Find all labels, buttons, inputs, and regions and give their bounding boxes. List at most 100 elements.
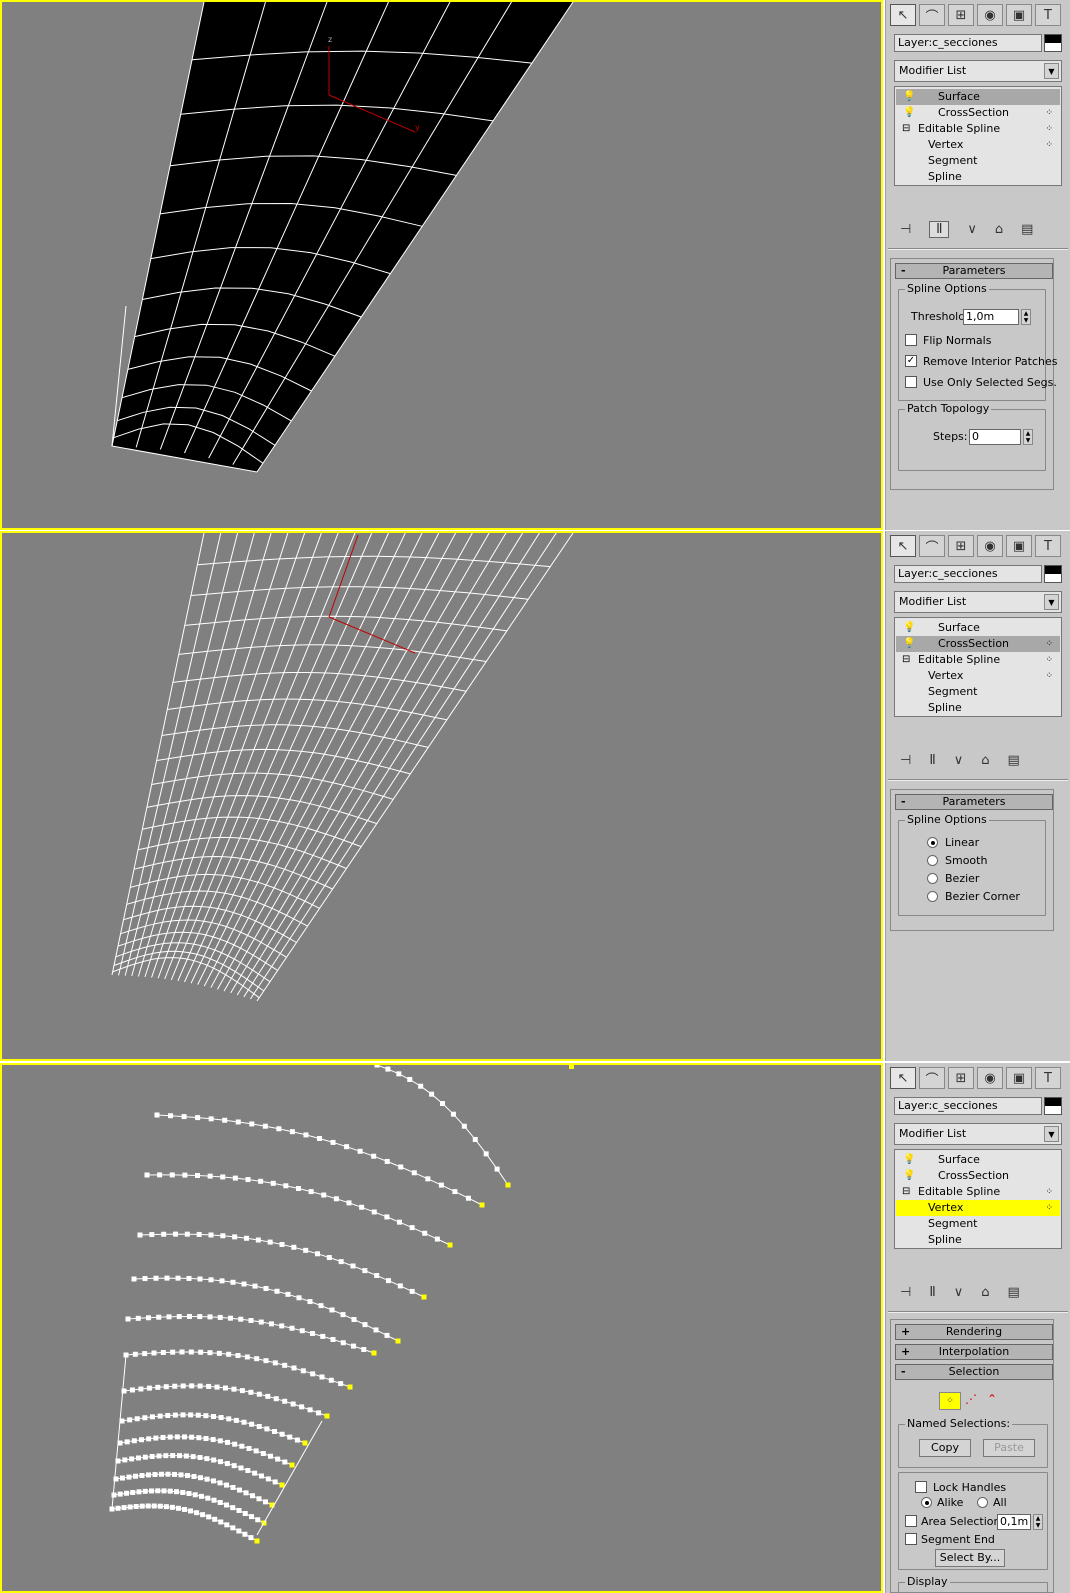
stack-item-editable-spline[interactable]: ⊟ Editable Spline ⁘ [896,121,1060,137]
vertex[interactable] [125,1316,131,1322]
vertex[interactable] [282,1459,288,1465]
vertex[interactable] [346,1200,352,1206]
vertex[interactable] [217,1314,223,1320]
stack-item-spline[interactable]: Spline [896,1232,1060,1248]
show-end-result-icon[interactable]: Ⅱ [929,1285,935,1300]
vertex[interactable] [160,1434,166,1440]
vertex[interactable] [204,1456,210,1462]
bezier-corner-radio[interactable] [927,891,938,902]
vertex[interactable] [175,1505,181,1511]
vertex[interactable] [219,1278,225,1284]
vertex[interactable] [131,1276,137,1282]
viewport-perspective[interactable]: z y [0,0,883,530]
end-vertex[interactable] [395,1338,401,1344]
vertex[interactable] [317,1136,322,1141]
vertex[interactable] [172,1471,177,1477]
make-unique-icon[interactable]: ∨ [954,753,964,768]
vertex[interactable] [386,1278,391,1284]
vertex[interactable] [258,1319,264,1325]
vertex[interactable] [205,1495,211,1501]
vertex[interactable] [235,1119,241,1125]
end-vertex[interactable] [421,1294,427,1300]
vertex[interactable] [198,1475,203,1481]
motion-tab-icon[interactable]: ◉ [977,4,1003,26]
vertex[interactable] [279,1242,285,1247]
vertex[interactable] [263,1499,268,1505]
vertex[interactable] [146,1315,151,1321]
vertex[interactable] [170,1349,176,1355]
vertex[interactable] [299,1328,305,1334]
vertex[interactable] [217,1438,223,1444]
vertex[interactable] [409,1288,415,1294]
lightbulb-icon[interactable]: 💡 [903,622,915,634]
collapse-icon[interactable]: ⊟ [902,121,910,137]
vertex[interactable] [226,1351,232,1357]
vertex[interactable] [371,1153,377,1159]
vertex[interactable] [163,1453,169,1459]
vertex[interactable] [211,1497,217,1503]
vertex[interactable] [255,1517,261,1523]
vertex[interactable] [204,1476,210,1482]
vertex[interactable] [161,1488,167,1494]
vertex[interactable] [296,1186,301,1191]
spinner-arrows-icon[interactable]: ▲ ▼ [1021,309,1031,325]
vertex[interactable] [174,1434,180,1440]
vertex[interactable] [326,1255,332,1261]
vertex[interactable] [340,1312,346,1318]
vertex[interactable] [169,1504,175,1510]
vertex[interactable] [255,1237,261,1243]
vertex[interactable] [146,1472,151,1478]
vertex[interactable] [275,1456,281,1462]
vertex[interactable] [206,1514,212,1520]
vertex[interactable] [272,1429,277,1434]
vertex[interactable] [384,1214,390,1220]
vertex[interactable] [189,1383,195,1389]
vertex[interactable] [256,1391,262,1397]
display-tab-icon[interactable]: ▣ [1006,4,1032,26]
modifier-stack[interactable]: 💡 Surface 💡 CrossSection ⁘ ⊟ Editable Spline… [894,617,1062,717]
vertex[interactable] [156,1453,162,1459]
vertex[interactable] [250,1493,255,1499]
vertex[interactable] [291,1244,297,1250]
vertex[interactable] [157,1413,163,1419]
vertex[interactable] [303,1247,309,1253]
vertex[interactable] [248,1389,254,1395]
color-swatch[interactable] [1044,34,1062,52]
vertex[interactable] [146,1385,152,1391]
hierarchy-tab-icon[interactable]: ⊞ [948,4,974,26]
vertex[interactable] [133,1504,139,1509]
vertex[interactable] [138,1386,144,1392]
vertex[interactable] [310,1371,316,1377]
vertex[interactable] [263,1358,269,1364]
area-selection-checkbox[interactable] [905,1515,917,1527]
vertex[interactable] [164,1275,170,1281]
vertex[interactable] [279,1323,285,1329]
vertex[interactable] [230,1279,236,1285]
vertex[interactable] [307,1299,313,1305]
vertex[interactable] [210,1437,216,1443]
vertex[interactable] [307,1407,313,1413]
vertex[interactable] [320,1333,326,1339]
vertex[interactable] [232,1441,238,1447]
vertex[interactable] [263,1286,269,1291]
linear-radio[interactable] [927,837,938,848]
stack-item-surface[interactable]: 💡 Surface [896,89,1060,105]
vertex[interactable] [139,1437,144,1443]
stack-item-editable-spline[interactable]: ⊟ Editable Spline ⁘ [896,652,1060,668]
vertex-level-icon[interactable]: ⁘ [939,1392,961,1410]
show-end-result-icon[interactable]: Ⅱ [929,220,950,238]
vertex[interactable] [429,1091,435,1097]
vertex[interactable] [299,1404,305,1410]
stack-item-surface[interactable]: 💡 Surface [896,1152,1060,1168]
vertex[interactable] [248,1318,254,1323]
end-vertex[interactable] [505,1182,511,1188]
vertex[interactable] [318,1303,324,1309]
vertex[interactable] [185,1473,190,1479]
stack-item-crosssection[interactable]: 💡 CrossSection ⁘ [896,105,1060,121]
vertex[interactable] [151,1503,157,1509]
vertex[interactable] [248,1535,254,1541]
area-selection-input[interactable]: 0,1m [997,1514,1031,1530]
vertex[interactable] [144,1172,150,1178]
remove-modifier-icon[interactable]: ⌂ [981,753,989,768]
vertex[interactable] [124,1490,129,1496]
